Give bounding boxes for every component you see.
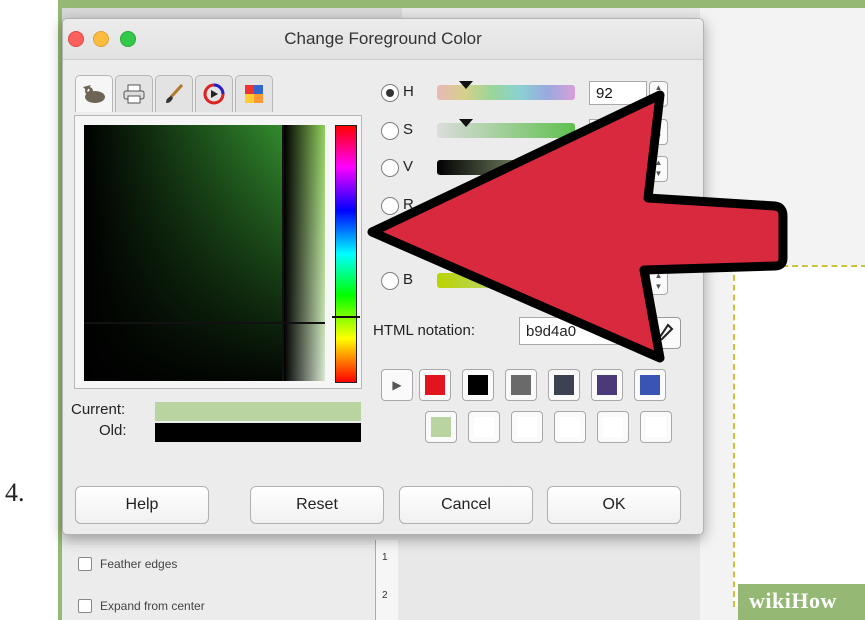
wikihow-watermark: wikiHow (738, 584, 865, 620)
red-arrow-annotation (367, 90, 788, 363)
wikihow-logo-text: wikiHow (749, 588, 837, 613)
